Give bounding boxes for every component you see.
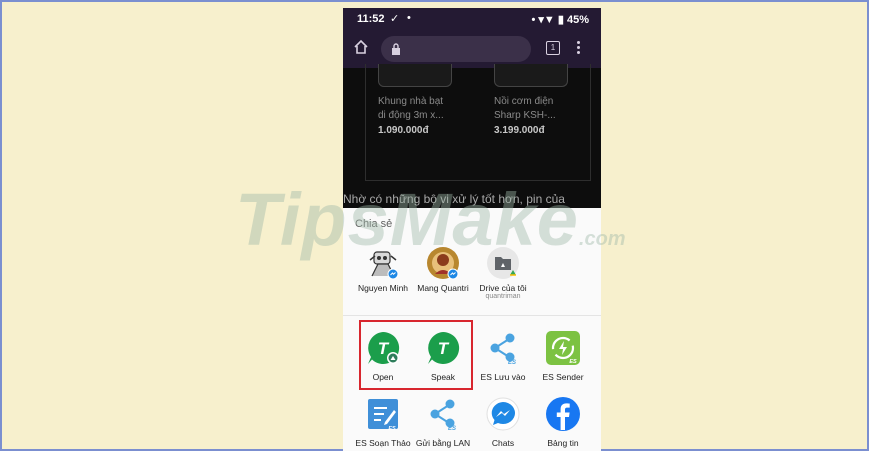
status-bar: 11:52 ✓ • • ▾▼ ▮ 45% xyxy=(343,8,601,30)
facebook-icon xyxy=(545,396,581,432)
svg-text:ES: ES xyxy=(508,360,516,366)
more-menu-icon[interactable] xyxy=(577,40,581,56)
product-name-line1: Khung nhà bạt xyxy=(378,96,444,107)
es-editor-icon: ES xyxy=(365,396,401,432)
app-label: ES Sender xyxy=(542,372,584,382)
product-carousel: Khung nhà bạt di động 3m x... 1.090.000đ… xyxy=(365,64,591,181)
status-time: 11:52 xyxy=(357,13,385,25)
share-target-label: Drive của tôi xyxy=(479,283,527,293)
es-share-icon: ES xyxy=(485,330,521,366)
app-label: Chats xyxy=(491,438,515,448)
product-price: 3.199.000đ xyxy=(494,125,545,136)
watermark-text: TipsMake xyxy=(235,178,579,261)
app-label: Gửi bằng LAN xyxy=(415,438,471,448)
divider xyxy=(343,315,601,316)
app-es-luu-vao[interactable]: ES ES Lưu vào xyxy=(471,330,535,382)
app-label: ES Soạn Thảo xyxy=(355,438,411,448)
product-card[interactable]: Khung nhà bạt di động 3m x... 1.090.000đ xyxy=(378,64,478,136)
watermark-suffix: .com xyxy=(578,228,626,250)
browser-toolbar: 1 xyxy=(343,30,601,68)
app-es-sender[interactable]: ES ES Sender xyxy=(531,330,595,382)
wifi-icon: • ▾▼ xyxy=(531,14,555,26)
svg-text:ES: ES xyxy=(388,426,396,432)
share-target-label: Nguyen Minh xyxy=(357,283,409,293)
product-price: 1.090.000đ xyxy=(378,125,429,136)
es-sender-icon: ES xyxy=(545,330,581,366)
product-image xyxy=(494,64,568,87)
app-chats[interactable]: Chats xyxy=(471,396,535,448)
app-bang-tin[interactable]: Bảng tin xyxy=(531,396,595,448)
notification-dot-icon: • xyxy=(407,12,411,24)
product-name-line2: di động 3m x... xyxy=(378,110,444,121)
app-label: ES Lưu vào xyxy=(480,372,526,382)
watermark-logo: TipsMake.com xyxy=(235,180,626,260)
share-target-sublabel: quantriman xyxy=(485,293,521,300)
svg-text:ES: ES xyxy=(569,359,577,365)
app-label: Bảng tin xyxy=(547,438,579,448)
app-es-soan-thao[interactable]: ES ES Soạn Thảo xyxy=(351,396,415,448)
highlight-box xyxy=(359,320,473,390)
check-icon: ✓ xyxy=(390,13,400,25)
product-name-line1: Nồi cơm điện xyxy=(494,96,554,107)
tab-switcher-icon[interactable]: 1 xyxy=(546,41,560,55)
svg-text:ES: ES xyxy=(448,426,456,432)
product-name-line2: Sharp KSH-... xyxy=(494,110,556,121)
battery-level: 45% xyxy=(566,14,589,26)
address-bar[interactable] xyxy=(381,36,531,62)
home-icon[interactable] xyxy=(353,39,369,55)
share-target-label: Mang Quantri xyxy=(417,283,469,293)
messenger-icon xyxy=(485,396,521,432)
lock-icon xyxy=(392,43,400,55)
product-card[interactable]: Nồi cơm điện Sharp KSH-... 3.199.000đ xyxy=(494,64,594,136)
battery-icon: ▮ xyxy=(557,14,564,26)
status-right: • ▾▼ ▮ 45% xyxy=(531,13,589,26)
app-gui-bang-lan[interactable]: ES Gửi bằng LAN xyxy=(411,396,475,448)
product-image xyxy=(378,64,452,87)
es-lan-share-icon: ES xyxy=(425,396,461,432)
